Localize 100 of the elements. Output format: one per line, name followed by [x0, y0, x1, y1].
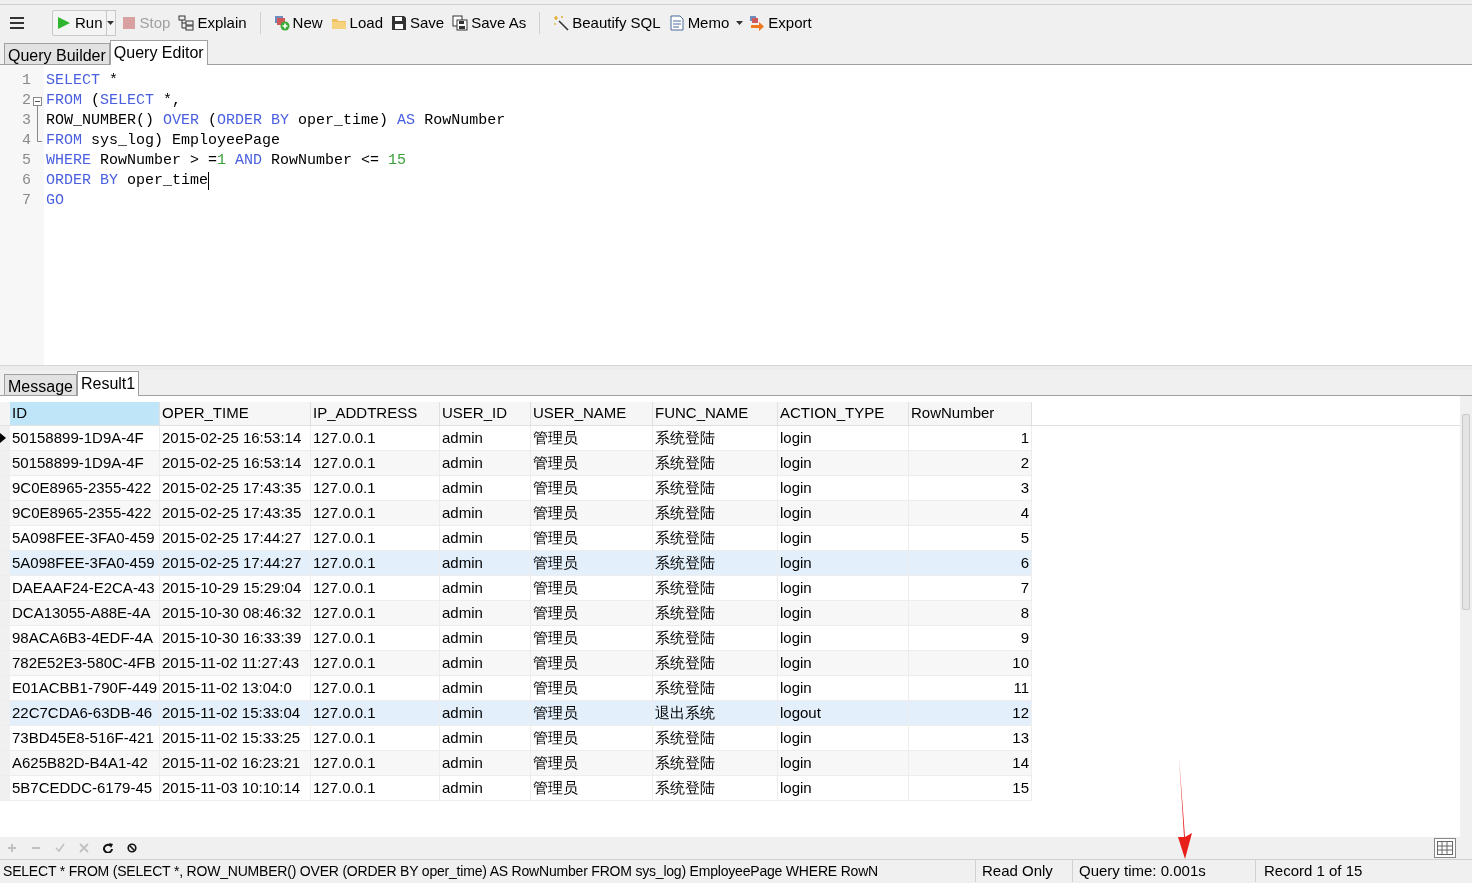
- toolbar-button[interactable]: [100, 840, 116, 856]
- table-cell: login: [778, 751, 909, 775]
- tab[interactable]: Query Builder: [4, 43, 110, 64]
- column-header[interactable]: ID: [10, 402, 160, 425]
- table-cell: 127.0.0.1: [311, 676, 440, 700]
- table-row[interactable]: 98ACA6B3-4EDF-4A 2015-10-30 16:33:39 127.0.0.1 admin 管理员 系统登陆 login 9: [0, 626, 1032, 651]
- code-line: SELECT *: [46, 70, 119, 91]
- table-cell: login: [778, 651, 909, 675]
- table-row[interactable]: 5A098FEE-3FA0-459 2015-02-25 17:44:27 127.0.0.1 admin 管理员 系统登陆 login 6: [0, 551, 1032, 576]
- table-cell: 13: [909, 726, 1032, 750]
- column-header[interactable]: IP_ADDTRESS: [311, 402, 440, 425]
- tab[interactable]: Message: [4, 374, 77, 395]
- grid-view-button[interactable]: [1434, 838, 1456, 858]
- toolbar-button[interactable]: Save: [388, 10, 448, 36]
- table-row[interactable]: 50158899-1D9A-4F 2015-02-25 16:53:14 127.0.0.1 admin 管理员 系统登陆 login 2: [0, 451, 1032, 476]
- table-cell: 2015-10-29 15:29:04: [160, 576, 311, 600]
- column-header[interactable]: OPER_TIME: [160, 402, 311, 425]
- table-cell: 98ACA6B3-4EDF-4A: [10, 626, 160, 650]
- table-cell: 127.0.0.1: [311, 501, 440, 525]
- table-cell: 50158899-1D9A-4F: [10, 426, 160, 450]
- table-cell: login: [778, 726, 909, 750]
- table-cell: login: [778, 601, 909, 625]
- toolbar-button[interactable]: Memo: [665, 10, 733, 36]
- table-row[interactable]: 9C0E8965-2355-422 2015-02-25 17:43:35 127.0.0.1 admin 管理员 系统登陆 login 4: [0, 501, 1032, 526]
- new-document-icon: [273, 15, 290, 31]
- dropdown-button[interactable]: [105, 10, 116, 36]
- status-record-count: Record 1 of 15: [1255, 860, 1472, 882]
- table-cell: 管理员: [531, 676, 653, 700]
- table-cell: 系统登陆: [653, 651, 778, 675]
- table-cell: DAEAAF24-E2CA-43: [10, 576, 160, 600]
- column-header[interactable]: USER_ID: [440, 402, 531, 425]
- table-cell: 127.0.0.1: [311, 626, 440, 650]
- plus-icon: [7, 843, 17, 853]
- code-line: ORDER BY oper_time: [46, 170, 209, 191]
- toolbar-button[interactable]: Load: [327, 10, 386, 36]
- table-row[interactable]: 5B7CEDDC-6179-45 2015-11-03 10:10:14 127.0.0.1 admin 管理员 系统登陆 login 15: [0, 776, 1032, 801]
- table-cell: admin: [440, 601, 531, 625]
- toolbar-button[interactable]: Explain: [175, 10, 250, 36]
- toolbar-button[interactable]: Run: [52, 10, 107, 36]
- table-cell: 管理员: [531, 501, 653, 525]
- table-cell: 退出系统: [653, 701, 778, 725]
- table-cell: 127.0.0.1: [311, 751, 440, 775]
- table-row[interactable]: DAEAAF24-E2CA-43 2015-10-29 15:29:04 127.0.0.1 admin 管理员 系统登陆 login 7: [0, 576, 1032, 601]
- column-header[interactable]: ACTION_TYPE: [778, 402, 909, 425]
- table-row[interactable]: 9C0E8965-2355-422 2015-02-25 17:43:35 127.0.0.1 admin 管理员 系统登陆 login 3: [0, 476, 1032, 501]
- table-cell: 5: [909, 526, 1032, 550]
- table-cell: E01ACBB1-790F-449: [10, 676, 160, 700]
- table-cell: 127.0.0.1: [311, 526, 440, 550]
- tab[interactable]: Result1: [76, 371, 140, 396]
- column-header[interactable]: FUNC_NAME: [653, 402, 778, 425]
- table-cell: 11: [909, 676, 1032, 700]
- table-row[interactable]: E01ACBB1-790F-449 2015-11-02 13:04:0 127.0.0.1 admin 管理员 系统登陆 login 11: [0, 676, 1032, 701]
- code-line: FROM (SELECT *,: [46, 90, 182, 111]
- code-line: ROW_NUMBER() OVER (ORDER BY oper_time) AS RowNumber: [46, 110, 506, 131]
- table-row[interactable]: 5A098FEE-3FA0-459 2015-02-25 17:44:27 127.0.0.1 admin 管理员 系统登陆 login 5: [0, 526, 1032, 551]
- table-cell: admin: [440, 776, 531, 800]
- table-cell: 系统登陆: [653, 551, 778, 575]
- toolbar-button[interactable]: Save As: [449, 10, 530, 36]
- table-cell: 9: [909, 626, 1032, 650]
- table-cell: 3: [909, 476, 1032, 500]
- table-cell: 2015-02-25 17:43:35: [160, 476, 311, 500]
- column-header[interactable]: USER_NAME: [531, 402, 653, 425]
- table-cell: 系统登陆: [653, 526, 778, 550]
- table-cell: admin: [440, 476, 531, 500]
- table-cell: login: [778, 501, 909, 525]
- table-cell: 系统登陆: [653, 626, 778, 650]
- table-cell: 管理员: [531, 626, 653, 650]
- table-cell: 15: [909, 776, 1032, 800]
- column-header[interactable]: RowNumber: [909, 402, 1032, 425]
- table-cell: 系统登陆: [653, 426, 778, 450]
- table-cell: 2015-02-25 16:53:14: [160, 451, 311, 475]
- toolbar-button[interactable]: Beautify SQL: [550, 10, 664, 36]
- table-row[interactable]: A625B82D-B4A1-42 2015-11-02 16:23:21 127.0.0.1 admin 管理员 系统登陆 login 14: [0, 751, 1032, 776]
- table-cell: 管理员: [531, 701, 653, 725]
- table-cell: 6: [909, 551, 1032, 575]
- line-number: 6: [22, 171, 31, 191]
- tab[interactable]: Query Editor: [109, 40, 208, 65]
- table-cell: 2015-11-02 13:04:0: [160, 676, 311, 700]
- toolbar-button[interactable]: New: [270, 10, 326, 36]
- table-cell: admin: [440, 451, 531, 475]
- row-header[interactable]: [0, 426, 10, 450]
- line-number: 3: [22, 111, 31, 131]
- table-cell: admin: [440, 526, 531, 550]
- table-row[interactable]: 782E52E3-580C-4FB 2015-11-02 11:27:43 127.0.0.1 admin 管理员 系统登陆 login 10: [0, 651, 1032, 676]
- table-row[interactable]: 73BD45E8-516F-421 2015-11-02 15:33:25 127.0.0.1 admin 管理员 系统登陆 login 13: [0, 726, 1032, 751]
- line-number: 2: [22, 91, 31, 111]
- table-row[interactable]: 22C7CDA6-63DB-46 2015-11-02 15:33:04 127.0.0.1 admin 管理员 退出系统 logout 12: [0, 701, 1032, 726]
- table-row[interactable]: DCA13055-A88E-4A 2015-10-30 08:46:32 127.0.0.1 admin 管理员 系统登陆 login 8: [0, 601, 1032, 626]
- table-cell: 管理员: [531, 726, 653, 750]
- table-cell: 系统登陆: [653, 476, 778, 500]
- table-cell: login: [778, 576, 909, 600]
- table-cell: login: [778, 551, 909, 575]
- vertical-scrollbar[interactable]: [1460, 396, 1472, 837]
- table-row[interactable]: 50158899-1D9A-4F 2015-02-25 16:53:14 127.0.0.1 admin 管理员 系统登陆 login 1: [0, 426, 1032, 451]
- refresh-icon: [103, 843, 113, 853]
- table-cell: 9C0E8965-2355-422: [10, 501, 160, 525]
- table-cell: logout: [778, 701, 909, 725]
- toolbar-button[interactable]: Export: [746, 10, 815, 36]
- table-cell: admin: [440, 426, 531, 450]
- line-number: 5: [22, 151, 31, 171]
